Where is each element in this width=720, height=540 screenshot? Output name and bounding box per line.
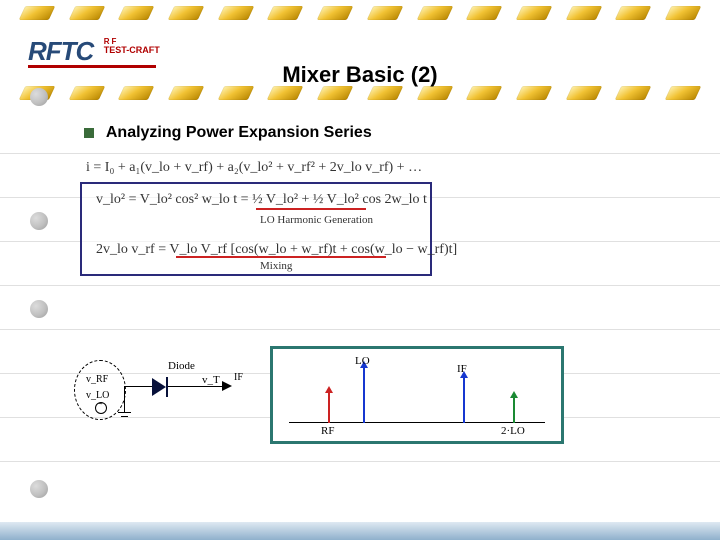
underline-mixing: [176, 256, 386, 258]
diode-icon: [152, 378, 166, 396]
margin-dot-icon: [30, 88, 48, 106]
label-lo-harmonic: LO Harmonic Generation: [260, 214, 373, 226]
ac-source-icon: [95, 402, 107, 414]
source-label-rf: v_RF: [86, 374, 108, 385]
spectrum-plot: RF LO IF 2·LO: [270, 346, 564, 444]
slide-title: Mixer Basic (2): [0, 62, 720, 88]
footer-bar: [0, 522, 720, 540]
margin-dot-icon: [30, 480, 48, 498]
spectrum-label-if: IF: [457, 363, 467, 375]
decor-bars-top: [0, 6, 720, 20]
margin-dot-icon: [30, 300, 48, 318]
decor-bars-mid: [0, 86, 720, 100]
ground-icon: [121, 416, 128, 417]
wire: [124, 386, 125, 412]
diode-circuit: v_RF v_LO Diode v_T IF: [74, 350, 262, 430]
label-mixing: Mixing: [260, 260, 292, 272]
spectrum-label-2lo: 2·LO: [501, 425, 525, 437]
bullet-heading: Analyzing Power Expansion Series: [84, 124, 372, 142]
square-bullet-icon: [84, 128, 94, 138]
spectrum-label-rf: RF: [321, 425, 334, 437]
diode-label: Diode: [168, 360, 195, 372]
underline-lo: [256, 208, 366, 210]
equation-series: i = I₀ + a₁(v_lo + v_rf) + a₂(v_lo² + v_…: [86, 160, 422, 176]
axis-if-label: IF: [234, 372, 243, 383]
ground-icon: [118, 412, 131, 413]
margin-dot-icon: [30, 212, 48, 230]
equation-lo-squared: v_lo² = V_lo² cos² w_lo t = ½ V_lo² + ½ …: [96, 192, 427, 208]
diode-bar: [166, 377, 168, 397]
bullet-text: Analyzing Power Expansion Series: [106, 124, 372, 141]
spectrum-label-lo: LO: [355, 355, 370, 367]
logo-sub: RF TEST-CRAFT: [102, 38, 162, 55]
wire: [124, 386, 152, 387]
wire: [168, 386, 222, 387]
output-label: v_T: [202, 374, 220, 386]
arrow-right-icon: [222, 381, 232, 391]
